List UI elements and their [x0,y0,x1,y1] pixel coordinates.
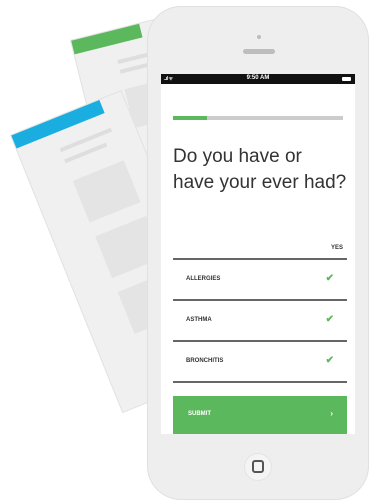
condition-row-allergies[interactable]: ALLERGIES ✔ [173,260,347,301]
home-button[interactable] [245,454,271,480]
paper-block [72,160,141,223]
battery-icon [342,77,351,81]
speaker-icon [243,49,275,54]
condition-row-asthma[interactable]: ASTHMA ✔ [173,301,347,342]
submit-button[interactable]: SUBMIT › [173,396,347,434]
progress-bar [173,116,343,120]
status-bar: ..ıl ᯤ 9:50 AM [161,74,355,84]
paper-color-strip [71,23,143,55]
question-heading: Do you have or have your ever had? [173,146,347,193]
paper-color-strip [11,99,105,149]
phone-screen: ..ıl ᯤ 9:50 AM Do you have or have your … [161,74,355,434]
condition-label: ALLERGIES [186,276,221,282]
phone-frame: ..ıl ᯤ 9:50 AM Do you have or have your … [147,6,369,500]
progress-fill [173,116,207,120]
condition-row-bronchitis[interactable]: BRONCHITIS ✔ [173,342,347,383]
check-icon[interactable]: ✔ [326,355,334,366]
check-icon[interactable]: ✔ [326,273,334,284]
camera-icon [257,35,261,39]
condition-label: BRONCHITIS [186,358,224,364]
column-header-yes: YES [330,245,343,251]
submit-label: SUBMIT [188,411,211,417]
check-icon[interactable]: ✔ [326,314,334,325]
condition-label: ASTHMA [186,317,212,323]
paper-line [59,127,113,153]
home-button-icon [252,460,264,473]
status-time: 9:50 AM [246,75,270,81]
chevron-right-icon: › [330,409,333,418]
